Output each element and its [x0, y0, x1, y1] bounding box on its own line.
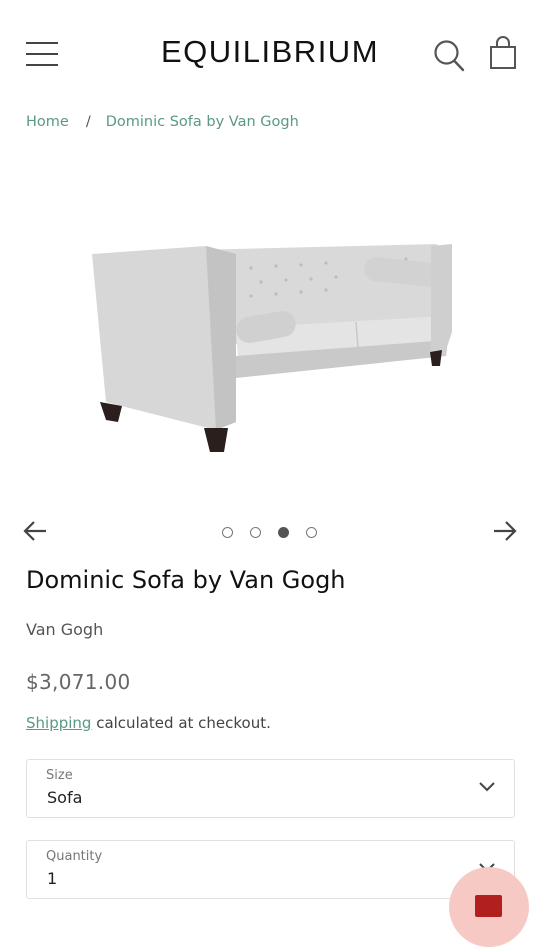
- gallery-dot-2[interactable]: [250, 527, 261, 538]
- product-price: $3,071.00: [26, 670, 131, 694]
- product-vendor: Van Gogh: [26, 620, 104, 639]
- gallery-dot-3[interactable]: [278, 527, 289, 538]
- chat-icon: [475, 895, 502, 917]
- product-image-sofa[interactable]: [86, 232, 456, 468]
- shipping-note: Shipping calculated at checkout.: [26, 714, 271, 732]
- size-value: Sofa: [47, 788, 83, 807]
- search-icon[interactable]: [433, 38, 465, 72]
- chat-launcher-button[interactable]: [449, 867, 529, 947]
- product-title: Dominic Sofa by Van Gogh: [26, 566, 346, 594]
- shipping-text: calculated at checkout.: [91, 714, 271, 732]
- breadcrumb-home-link[interactable]: Home: [26, 114, 69, 130]
- arrow-right-icon[interactable]: [492, 518, 518, 544]
- quantity-label: Quantity: [46, 849, 103, 864]
- size-label: Size: [46, 768, 73, 783]
- gallery-dot-1[interactable]: [222, 527, 233, 538]
- breadcrumb-current[interactable]: Dominic Sofa by Van Gogh: [106, 114, 299, 130]
- shopping-bag-icon[interactable]: [489, 36, 517, 70]
- size-select[interactable]: Size Sofa: [26, 759, 515, 818]
- arrow-left-icon[interactable]: [22, 518, 48, 544]
- quantity-select[interactable]: Quantity 1: [26, 840, 515, 899]
- quantity-value: 1: [47, 869, 58, 888]
- gallery-dot-4[interactable]: [306, 527, 317, 538]
- site-header: EQUILIBRIUM: [0, 0, 540, 106]
- breadcrumb: Home / Dominic Sofa by Van Gogh: [26, 114, 299, 130]
- product-image-gallery[interactable]: [0, 170, 540, 510]
- chevron-down-icon: [479, 782, 495, 792]
- breadcrumb-separator: /: [85, 114, 91, 130]
- shipping-link[interactable]: Shipping: [26, 714, 91, 732]
